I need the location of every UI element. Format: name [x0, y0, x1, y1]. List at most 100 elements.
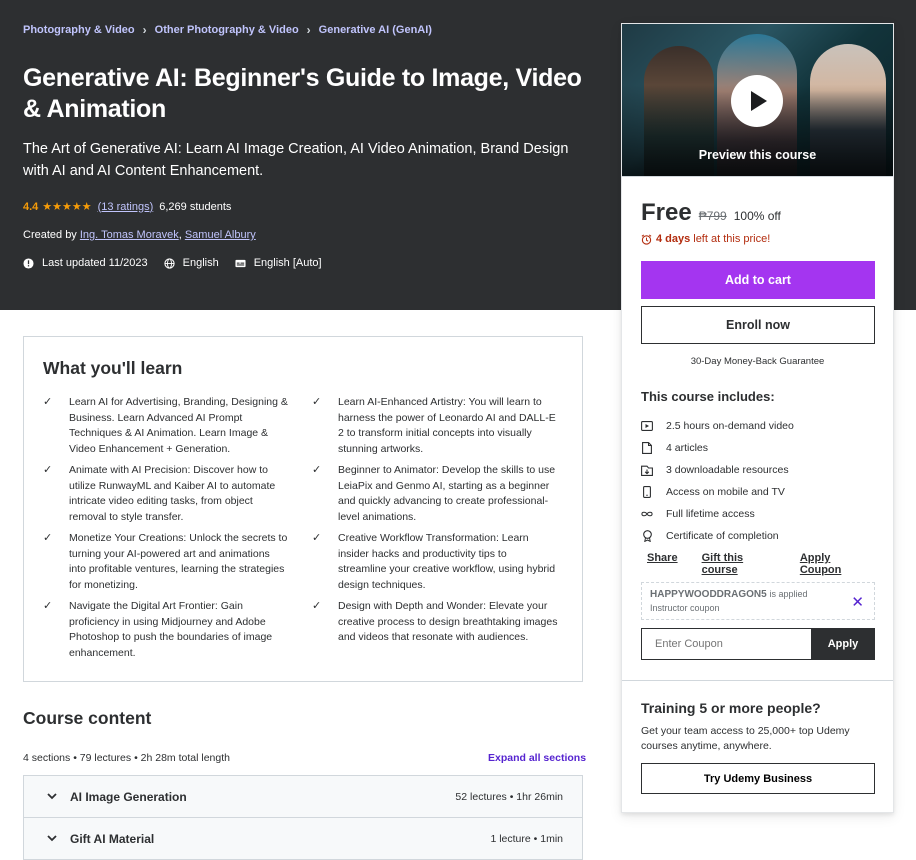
certificate-icon [641, 530, 653, 542]
alarm-clock-icon [641, 234, 652, 245]
closed-captions-icon [235, 259, 246, 267]
check-icon: ✓ [312, 532, 322, 544]
discount-percent: 100% off [733, 209, 781, 223]
infinity-icon [641, 508, 653, 520]
includes-item: 4 articles [641, 437, 794, 459]
includes-item: Certificate of completion [641, 525, 794, 547]
course-title: Generative AI: Beginner's Guide to Image… [23, 64, 582, 123]
share-button[interactable]: Share [647, 552, 678, 576]
section-meta: 1 lecture • 1min [490, 832, 563, 845]
section-meta: 52 lectures • 1hr 26min [455, 790, 563, 803]
captions-text: English [Auto] [253, 257, 322, 269]
price-row: Free ₱799 100% off [641, 199, 781, 227]
learn-title: What you'll learn [43, 358, 183, 378]
expand-all-sections-button[interactable]: Expand all sections [488, 752, 586, 764]
current-price: Free [641, 199, 692, 226]
play-icon [751, 91, 767, 111]
learn-item: ✓ Beginner to Animator: Develop the skill… [312, 463, 568, 525]
coupon-code: HAPPYWOODDRAGON5 is applied [650, 589, 808, 600]
chevron-right-icon: › [142, 23, 147, 37]
learn-item: ✓ Creative Workflow Transformation: Learn… [312, 531, 568, 593]
breadcrumb-item-subcategory[interactable]: Other Photography & Video [155, 24, 299, 36]
chevron-down-icon [46, 791, 58, 803]
breadcrumb-item-category[interactable]: Photography & Video [23, 24, 135, 36]
check-icon: ✓ [43, 600, 53, 612]
learn-item: ✓ Monetize Your Creations: Unlock the sec… [43, 531, 312, 593]
check-icon: ✓ [312, 600, 322, 612]
learn-item: ✓ Design with Depth and Wonder: Elevate y… [312, 599, 568, 661]
try-udemy-business-button[interactable]: Try Udemy Business [641, 763, 875, 794]
includes-list: 2.5 hours on-demand video 4 articles 3 d… [641, 415, 794, 547]
chevron-down-icon [46, 833, 58, 845]
learn-item: ✓ Learn AI-Enhanced Artistry: You will le… [312, 395, 568, 457]
breadcrumb: Photography & Video › Other Photography … [23, 23, 432, 37]
includes-title: This course includes: [641, 389, 775, 404]
rating-value: 4.4 [23, 200, 39, 213]
created-by-label: Created by [23, 229, 77, 241]
add-to-cart-button[interactable]: Add to cart [641, 261, 875, 299]
what-youll-learn: What you'll learn ✓ Learn AI for Advertis… [23, 336, 583, 682]
business-text: Get your team access to 25,000+ top Udem… [641, 725, 850, 752]
includes-item: 2.5 hours on-demand video [641, 415, 794, 437]
course-subtitle: The Art of Generative AI: Learn AI Image… [23, 141, 569, 179]
learn-list: ✓ Learn AI for Advertising, Branding, Des… [43, 395, 568, 661]
star-rating-icon: ★★★★★ [42, 201, 92, 213]
learn-item: ✓ Learn AI for Advertising, Branding, Des… [43, 395, 312, 457]
business-title: Training 5 or more people? [641, 700, 821, 716]
learn-item: ✓ Navigate the Digital Art Frontier: Gain… [43, 599, 312, 661]
language-text: English [182, 257, 219, 269]
last-updated: Last updated 11/2023 [23, 257, 148, 269]
instructor-link[interactable]: Samuel Albury [185, 229, 256, 241]
includes-item: Access on mobile and TV [641, 481, 794, 503]
students-count: 6,269 students [159, 200, 232, 213]
chevron-right-icon: › [306, 23, 311, 37]
captions: English [Auto] [235, 257, 322, 269]
check-icon: ✓ [43, 396, 53, 408]
coupon-input[interactable] [641, 628, 812, 660]
enroll-now-button[interactable]: Enroll now [641, 306, 875, 344]
download-icon [641, 464, 653, 476]
learn-item: ✓ Animate with AI Precision: Discover how… [43, 463, 312, 525]
purchase-sidebar: Preview this course Free ₱799 100% off 4… [621, 23, 894, 813]
section-title: Gift AI Material [70, 831, 155, 846]
created-by: Created by Ing. Tomas Moravek, Samuel Al… [23, 229, 256, 241]
apply-coupon-link[interactable]: Apply Coupon [800, 552, 869, 576]
article-icon [641, 442, 653, 454]
check-icon: ✓ [312, 396, 322, 408]
apply-coupon-button[interactable]: Apply [811, 628, 875, 660]
coupon-type: Instructor coupon [650, 603, 720, 613]
last-updated-text: Last updated 11/2023 [42, 257, 148, 269]
includes-item: 3 downloadable resources [641, 459, 794, 481]
course-section[interactable]: Gift AI Material 1 lecture • 1min [23, 817, 583, 860]
remove-coupon-close-icon[interactable]: ✕ [851, 593, 864, 611]
breadcrumb-item-topic[interactable]: Generative AI (GenAI) [319, 24, 432, 36]
coupon-applied-label: is applied [769, 589, 808, 599]
check-icon: ✓ [43, 464, 53, 476]
video-icon [641, 420, 653, 432]
alert-badge-icon [23, 257, 34, 269]
course-section[interactable]: AI Image Generation 52 lectures • 1hr 26… [23, 775, 583, 818]
section-title: AI Image Generation [70, 789, 187, 804]
course-preview[interactable]: Preview this course [622, 24, 893, 177]
divider [622, 680, 893, 681]
ratings-count-link[interactable]: (13 ratings) [98, 201, 154, 213]
check-icon: ✓ [312, 464, 322, 476]
includes-item: Full lifetime access [641, 503, 794, 525]
original-price: ₱799 [698, 209, 727, 223]
course-content-title: Course content [23, 708, 152, 728]
globe-icon [163, 257, 175, 269]
language: English [163, 257, 219, 269]
check-icon: ✓ [43, 532, 53, 544]
money-back-guarantee: 30-Day Money-Back Guarantee [690, 356, 825, 367]
countdown-text: left at this price! [693, 233, 771, 245]
preview-label[interactable]: Preview this course [622, 148, 893, 162]
instructor-link[interactable]: Ing. Tomas Moravek [80, 229, 179, 241]
course-content-meta: 4 sections • 79 lectures • 2h 28m total … [23, 752, 230, 764]
applied-coupon: HAPPYWOODDRAGON5 is applied Instructor c… [641, 582, 875, 620]
play-button[interactable] [731, 75, 783, 127]
course-meta: Last updated 11/2023 English English [Au… [23, 257, 338, 269]
countdown-days: 4 days [656, 233, 691, 245]
mobile-icon [641, 486, 653, 498]
price-countdown: 4 days left at this price! [641, 233, 770, 245]
gift-course-button[interactable]: Gift this course [702, 552, 776, 576]
